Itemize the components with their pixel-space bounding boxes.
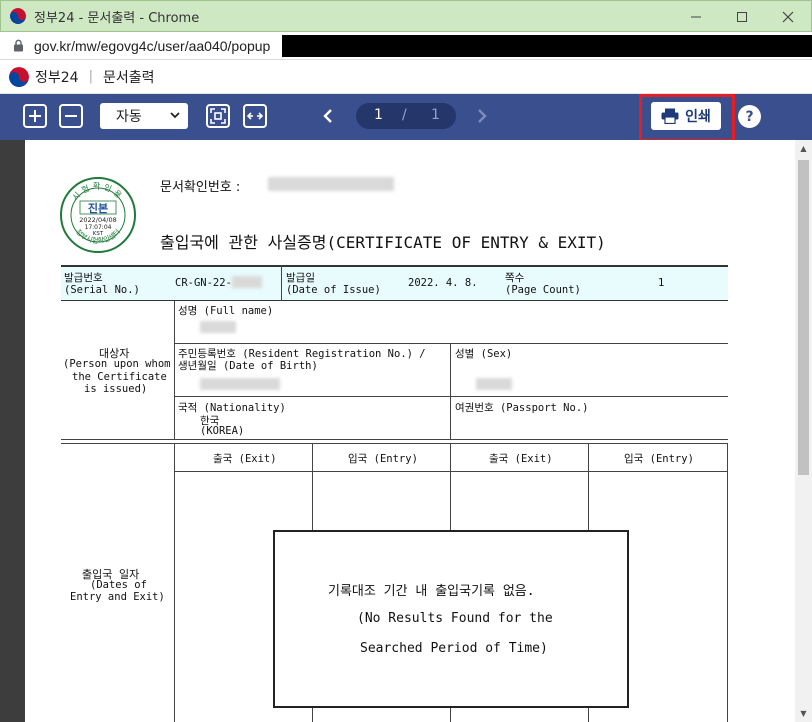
zoom-out-button[interactable]: [59, 104, 83, 128]
rrn-label-2: 생년월일 (Date of Birth): [178, 360, 318, 372]
chevron-left-icon: [323, 109, 332, 123]
minus-icon: [65, 115, 77, 117]
page-count-label: 쪽수: [505, 272, 525, 284]
url-text: gov.kr/mw/egovg4c/user/aa040/popup: [34, 37, 271, 54]
redacted-area: [282, 35, 812, 57]
header-separator: |: [88, 69, 93, 84]
gov24-favicon-icon: [10, 8, 26, 24]
no-result-en-2: Searched Period of Time): [360, 641, 548, 656]
issue-label: 발급일: [286, 272, 315, 284]
sex-label: 성별 (Sex): [455, 348, 513, 360]
current-page-input[interactable]: 1: [374, 107, 383, 123]
col-header-entry-1: 입국 (Entry): [348, 453, 418, 465]
nationality-value-en: (KOREA): [200, 425, 245, 437]
dates-label-en-2: Entry and Exit): [70, 591, 165, 603]
issue-value: 2022. 4. 8.: [408, 277, 478, 289]
vertical-scrollbar[interactable]: ▲ ▼: [795, 140, 812, 722]
col-header-exit-1: 출국 (Exit): [213, 453, 277, 465]
col-header-entry-2: 입국 (Entry): [624, 453, 694, 465]
chevron-down-icon: [170, 108, 180, 125]
doc-number-redacted: [268, 177, 394, 191]
serial-redacted: [232, 276, 262, 288]
scroll-down-arrow-icon[interactable]: ▼: [795, 705, 812, 722]
serial-label-en: (Serial No.): [64, 284, 140, 296]
scroll-up-arrow-icon[interactable]: ▲: [795, 140, 812, 157]
close-button[interactable]: [765, 1, 811, 33]
scroll-thumb[interactable]: [798, 160, 809, 475]
prev-page-button[interactable]: [318, 103, 338, 129]
minimize-button[interactable]: [673, 1, 719, 33]
stamp-tz: KST: [93, 231, 104, 237]
fit-page-button[interactable]: [206, 104, 230, 128]
sex-redacted: [476, 378, 512, 390]
col-header-exit-2: 출국 (Exit): [489, 453, 553, 465]
page-count-label-en: (Page Count): [505, 284, 581, 296]
window-title: 정부24 - 문서출력 - Chrome: [34, 10, 200, 26]
zoom-value: 자동: [116, 109, 142, 125]
help-button[interactable]: ?: [738, 105, 761, 128]
print-highlight-box: [639, 94, 735, 142]
serial-value: CR-GN-22-: [175, 277, 232, 289]
issue-label-en: (Date of Issue): [286, 284, 381, 296]
nationality-label: 국적 (Nationality): [178, 402, 286, 414]
fit-page-icon: [210, 108, 226, 124]
plus-icon: [29, 110, 41, 122]
zoom-select[interactable]: 자동: [100, 103, 188, 129]
dates-label-en-1: (Dates of: [90, 579, 147, 591]
full-name-redacted: [200, 321, 236, 333]
passport-label: 여권번호 (Passport No.): [455, 402, 589, 414]
full-name-label: 성명 (Full name): [178, 305, 274, 317]
brand-name: 정부24: [35, 69, 79, 86]
page-indicator: 1 / 1: [356, 103, 456, 129]
no-result-kr: 기록대조 기간 내 출입국기록 없음.: [328, 584, 535, 599]
subject-label-en-1: (Person upon whom: [63, 358, 171, 370]
address-bar[interactable]: gov.kr/mw/egovg4c/user/aa040/popup: [0, 32, 812, 60]
window-titlebar: 정부24 - 문서출력 - Chrome: [0, 0, 812, 32]
total-pages: 1: [431, 107, 440, 123]
serial-row: [61, 265, 728, 301]
chevron-right-icon: [478, 109, 487, 123]
lock-icon: [12, 39, 24, 53]
page-count-value: 1: [658, 277, 665, 289]
fit-width-button[interactable]: [243, 104, 267, 128]
stamp-time: 17:07:04: [85, 224, 112, 231]
page-separator: /: [402, 107, 407, 123]
gov24-logo-icon: [9, 66, 29, 87]
authenticity-seal: 시험확인용 정부시험확인센터 진본 2022/04/08 17:07:04 KS…: [58, 175, 138, 255]
subject-label-en-3: is issued): [84, 383, 148, 395]
subject-label-en-2: the Certificate: [72, 371, 167, 383]
fit-width-icon: [247, 112, 263, 120]
stamp-date: 2022/04/08: [79, 216, 116, 224]
next-page-button[interactable]: [472, 103, 492, 129]
doc-number-label: 문서확인번호 :: [160, 180, 241, 195]
serial-label: 발급번호: [64, 272, 103, 284]
no-result-en-1: (No Results Found for the: [357, 611, 553, 626]
rrn-redacted: [200, 378, 280, 390]
document-title: 출입국에 관한 사실증명(CERTIFICATE OF ENTRY & EXIT…: [160, 233, 606, 252]
app-header: 정부24 | 문서출력: [0, 60, 812, 94]
stamp-main-text: 진본: [88, 201, 108, 215]
maximize-button[interactable]: [719, 1, 765, 33]
zoom-in-button[interactable]: [23, 104, 47, 128]
page-title: 문서출력: [102, 69, 155, 86]
